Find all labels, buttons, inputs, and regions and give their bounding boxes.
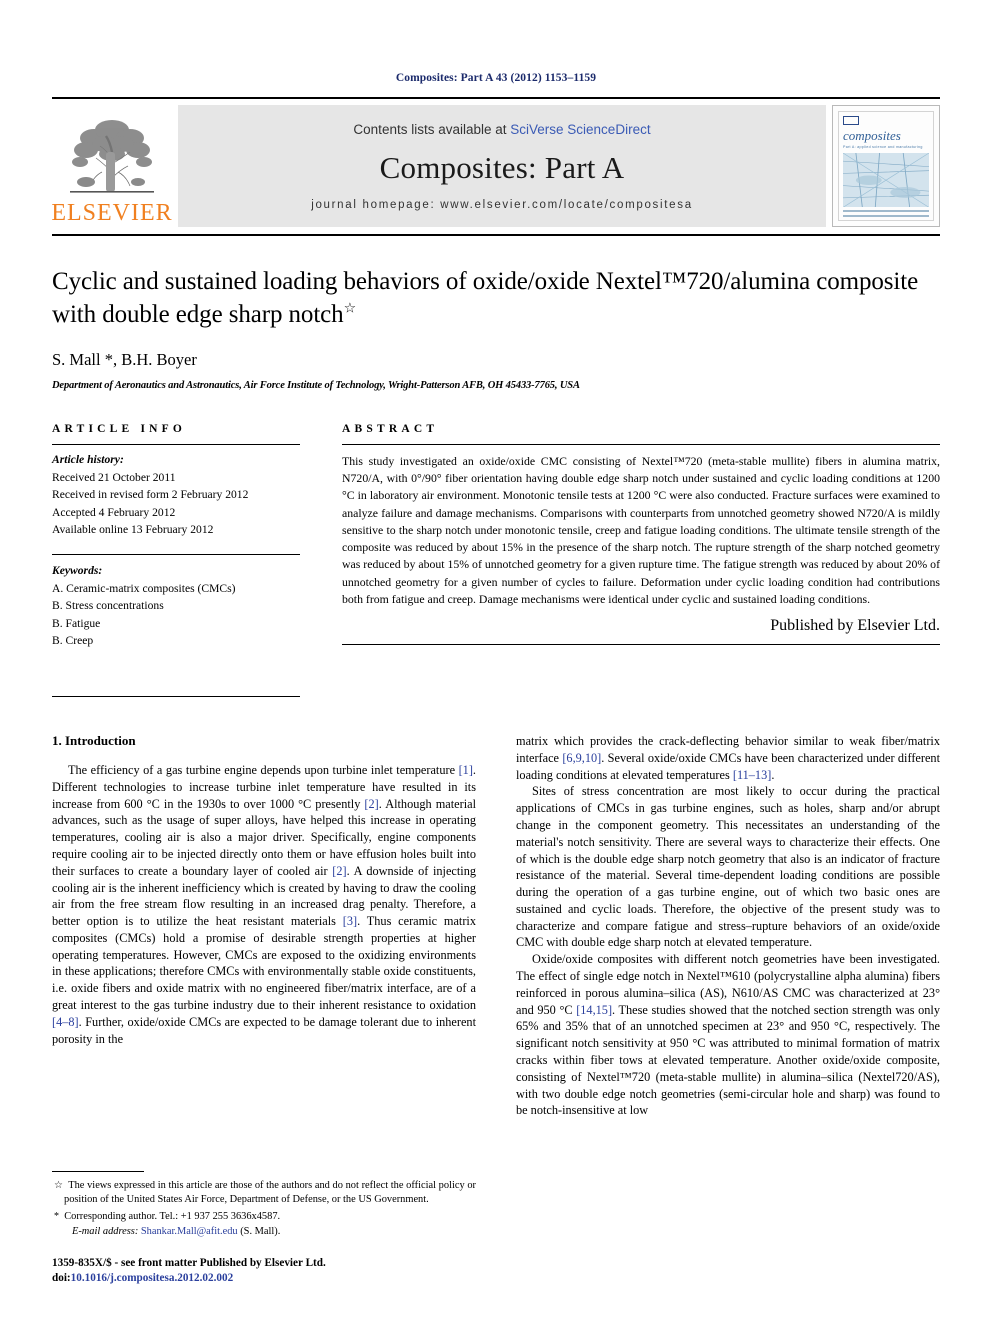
article-history-label: Article history:	[52, 453, 124, 466]
masthead-bottom-rule	[52, 234, 940, 236]
paragraph-intro-1-cont: matrix which provides the crack-deflecti…	[516, 733, 940, 783]
footnote-email-line: E-mail address: Shankar.Mall@afit.edu (S…	[52, 1225, 476, 1239]
imprint-block: 1359-835X/$ - see front matter Published…	[52, 1256, 476, 1287]
intro-text-a: The efficiency of a gas turbine engine d…	[68, 763, 459, 778]
cover-fiber-pattern-icon	[843, 152, 929, 207]
journal-title: Composites: Part A	[379, 149, 625, 185]
abstract-rule-bottom	[342, 643, 940, 645]
cover-footer-lines	[843, 207, 929, 217]
author-list: S. Mall *, B.H. Boyer	[52, 350, 197, 369]
paragraph-intro-2: Sites of stress concentration are most l…	[516, 784, 940, 950]
abstract-column: ABSTRACT This study investigated an oxid…	[342, 423, 940, 697]
history-item: Available online 13 February 2012	[52, 523, 214, 537]
citation-1[interactable]: [1]	[459, 763, 473, 777]
intro-cont-c: .	[771, 767, 775, 782]
article-info-heading: ARTICLE INFO	[52, 423, 187, 435]
affiliation: Department of Aeronautics and Astronauti…	[52, 380, 580, 391]
intro-text-e: . Thus ceramic matrix composites (CMCs) …	[52, 914, 476, 1013]
intro-3-b: . These studies showed that the notched …	[516, 1002, 940, 1118]
body-column-right: matrix which provides the crack-deflecti…	[516, 733, 940, 1119]
masthead-center-panel: Contents lists available at SciVerse Sci…	[178, 105, 826, 227]
title-block: Cyclic and sustained loading behaviors o…	[52, 266, 940, 391]
doi-label: doi:	[52, 1272, 71, 1285]
citation-14-15[interactable]: [14,15]	[576, 1003, 612, 1017]
keyword-item: B. Stress concentrations	[52, 599, 164, 613]
cover-subtitle: Part A: applied science and manufacturin…	[843, 144, 923, 149]
footnote-corresponding-text: Corresponding author. Tel.: +1 937 255 3…	[64, 1211, 281, 1223]
running-head: Composites: Part A 43 (2012) 1153–1159	[395, 72, 597, 84]
history-item: Received in revised form 2 February 2012	[52, 488, 249, 502]
footnote-corresponding: * Corresponding author. Tel.: +1 937 255…	[52, 1210, 476, 1224]
sciencedirect-link[interactable]: SciVerse ScienceDirect	[510, 122, 650, 137]
body-column-left: 1. Introduction The efficiency of a gas …	[52, 733, 476, 1119]
history-item: Received 21 October 2011	[52, 470, 176, 484]
abstract-heading: ABSTRACT	[342, 423, 439, 435]
footnote-disclaimer: ☆ The views expressed in this article ar…	[52, 1179, 476, 1207]
keyword-item: B. Creep	[52, 634, 94, 648]
keywords-block: Keywords: A. Ceramic-matrix composites (…	[52, 554, 300, 650]
footnote-divider	[52, 1171, 144, 1173]
citation-2b[interactable]: [2]	[332, 864, 346, 878]
journal-cover-thumbnail: composites Part A: applied science and m…	[832, 105, 940, 227]
email-owner: (S. Mall).	[240, 1225, 281, 1237]
elsevier-logo: ELSEVIER	[51, 105, 173, 227]
title-footnote-marker[interactable]: ☆	[344, 301, 357, 316]
footnote-area: ☆ The views expressed in this article ar…	[52, 1171, 476, 1287]
issn-line: 1359-835X/$ - see front matter Published…	[52, 1256, 326, 1269]
elsevier-tree-icon	[70, 120, 154, 193]
info-and-abstract: ARTICLE INFO Article history: Received 2…	[52, 423, 940, 698]
section-heading-introduction: 1. Introduction	[52, 733, 136, 749]
abstract-signature: Published by Elsevier Ltd.	[770, 616, 940, 634]
footnote-asterisk-marker: *	[54, 1211, 59, 1223]
contents-prefix: Contents lists available at	[353, 121, 511, 137]
footnote-disclaimer-text: The views expressed in this article are …	[64, 1180, 477, 1206]
citation-2[interactable]: [2]	[364, 797, 378, 811]
elsevier-wordmark: ELSEVIER	[51, 200, 173, 226]
footnote-star-marker: ☆	[54, 1180, 64, 1192]
keywords-label: Keywords:	[52, 564, 103, 578]
title-text: Cyclic and sustained loading behaviors o…	[52, 268, 919, 328]
article-info-bottom-rule	[52, 696, 300, 698]
paragraph-intro-3: Oxide/oxide composites with different no…	[516, 951, 940, 1119]
citation-6-9-10[interactable]: [6,9,10]	[562, 751, 601, 765]
paragraph-intro-1: The efficiency of a gas turbine engine d…	[52, 762, 476, 1047]
abstract-text: This study investigated an oxide/oxide C…	[342, 454, 940, 606]
article-info-column: ARTICLE INFO Article history: Received 2…	[52, 423, 300, 698]
keyword-item: B. Fatigue	[52, 616, 101, 630]
cover-micrograph-image	[843, 152, 929, 207]
page-title: Cyclic and sustained loading behaviors o…	[52, 266, 940, 331]
citation-11-13[interactable]: [11–13]	[733, 768, 771, 782]
email-link[interactable]: Shankar.Mall@afit.edu	[141, 1226, 238, 1237]
cover-elsevier-mark-icon	[843, 116, 859, 125]
article-history-block: Article history: Received 21 October 201…	[52, 445, 300, 539]
history-item: Accepted 4 February 2012	[52, 505, 176, 519]
contents-available-line: Contents lists available at SciVerse Sci…	[353, 122, 650, 137]
email-label: E-mail address:	[72, 1225, 139, 1237]
doi-link[interactable]: 10.1016/j.compositesa.2012.02.002	[71, 1272, 234, 1284]
paper-page: Composites: Part A 43 (2012) 1153–1159 E…	[0, 0, 992, 1323]
keyword-item: A. Ceramic-matrix composites (CMCs)	[52, 581, 236, 595]
citation-4-8[interactable]: [4–8]	[52, 1015, 79, 1029]
intro-text-f: . Further, oxide/oxide CMCs are expected…	[52, 1014, 476, 1046]
journal-homepage-line[interactable]: journal homepage: www.elsevier.com/locat…	[311, 199, 693, 211]
cover-title: composites	[843, 127, 901, 143]
journal-masthead: ELSEVIER Contents lists available at Sci…	[51, 97, 940, 236]
body-columns: 1. Introduction The efficiency of a gas …	[52, 733, 940, 1119]
doi-line: doi:10.1016/j.compositesa.2012.02.002	[52, 1271, 476, 1287]
citation-3[interactable]: [3]	[343, 914, 357, 928]
